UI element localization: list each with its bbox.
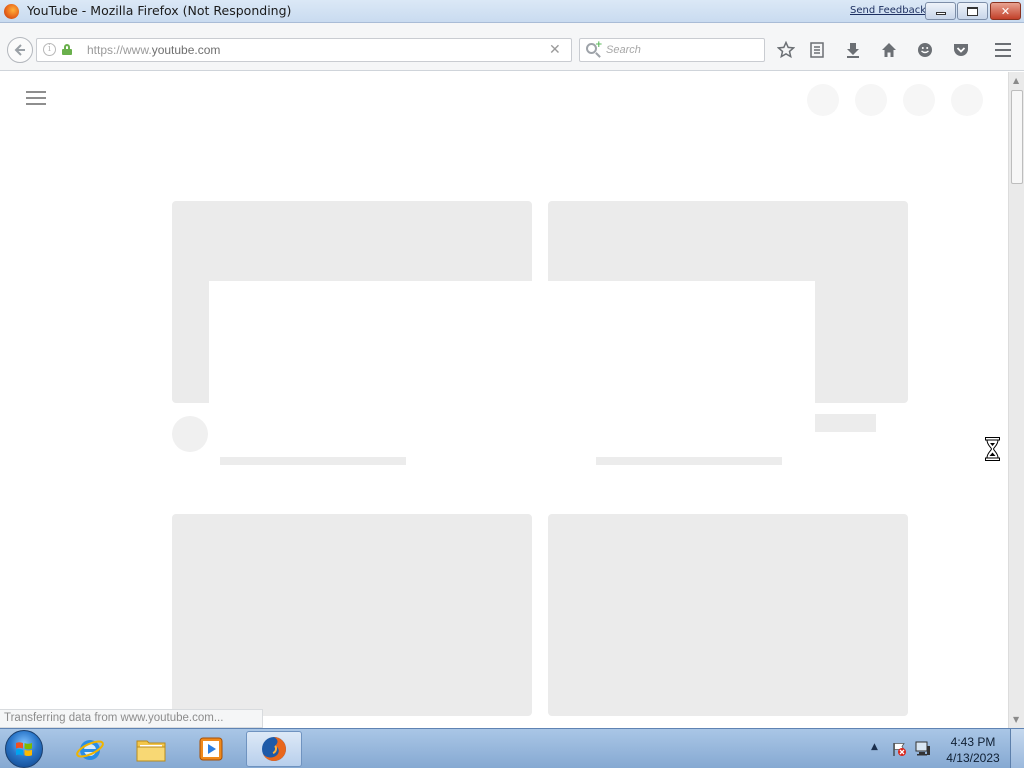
scrollbar-thumb[interactable] — [1011, 90, 1023, 184]
hamburger-menu-icon[interactable] — [992, 39, 1014, 61]
taskbar-windows-explorer[interactable] — [123, 731, 179, 767]
firefox-icon — [262, 737, 286, 761]
close-icon: ✕ — [1000, 4, 1011, 18]
status-panel: Transferring data from www.youtube.com..… — [0, 709, 263, 728]
back-arrow-icon — [14, 44, 25, 56]
video-thumbnail-placeholder — [548, 514, 908, 716]
video-thumbnail-placeholder — [172, 514, 532, 716]
show-hidden-icons-icon[interactable]: ▲ — [871, 742, 878, 752]
restore-icon — [967, 6, 978, 16]
taskbar-media-player[interactable] — [183, 731, 239, 767]
stop-icon[interactable]: ✕ — [549, 42, 561, 58]
web-page-content — [0, 72, 1008, 728]
taskbar-firefox[interactable] — [246, 731, 302, 767]
site-info-icon[interactable]: i — [43, 43, 56, 56]
channel-avatar-placeholder — [172, 416, 208, 452]
window-title: YouTube - Mozilla Firefox (Not Respondin… — [27, 3, 292, 18]
show-desktop-button[interactable] — [1010, 729, 1024, 768]
header-button-placeholder — [951, 84, 983, 116]
system-clock[interactable]: 4:43 PM 4/13/2023 — [940, 734, 1006, 766]
bookmarks-menu-icon[interactable] — [806, 39, 828, 61]
windows-taskbar: ▲ 4:43 PM 4/13/2023 — [0, 728, 1024, 768]
header-button-placeholder — [903, 84, 935, 116]
clock-date: 4/13/2023 — [946, 751, 1000, 765]
minimize-button[interactable] — [925, 2, 956, 20]
search-bar[interactable]: + Search — [579, 38, 765, 62]
url-host: youtube.com — [151, 43, 221, 57]
internet-explorer-icon — [76, 740, 104, 760]
hourglass-cursor-icon — [985, 437, 1000, 461]
minimize-icon — [935, 12, 946, 15]
blank-overlay-panel — [209, 281, 815, 457]
taskbar-internet-explorer[interactable] — [62, 731, 118, 767]
lock-icon[interactable] — [62, 44, 72, 55]
url-text[interactable]: https://www.youtube.com — [87, 43, 220, 57]
folder-icon — [136, 740, 166, 762]
navigation-toolbar: i https://www.youtube.com ✕ + Search — [0, 23, 1024, 71]
scroll-down-icon[interactable]: ▼ — [1013, 715, 1019, 724]
hello-chat-icon[interactable] — [914, 39, 936, 61]
start-button[interactable] — [5, 730, 43, 768]
clock-time: 4:43 PM — [950, 735, 996, 749]
windows-logo-icon — [16, 742, 32, 757]
downloads-icon[interactable] — [842, 39, 864, 61]
restore-button[interactable] — [957, 2, 988, 20]
search-placeholder: Search — [606, 44, 641, 56]
url-prefix: https://www. — [87, 43, 152, 57]
close-button[interactable]: ✕ — [990, 2, 1021, 20]
scroll-up-icon[interactable]: ▲ — [1013, 76, 1019, 85]
vertical-scrollbar[interactable]: ▲ ▼ — [1008, 72, 1024, 728]
firefox-app-icon — [4, 4, 19, 19]
video-meta-placeholder — [815, 414, 876, 432]
header-button-placeholder — [855, 84, 887, 116]
header-button-placeholder — [807, 84, 839, 116]
action-center-flag-icon[interactable] — [891, 741, 907, 757]
home-icon[interactable] — [878, 39, 900, 61]
network-icon[interactable] — [914, 741, 931, 757]
pocket-icon[interactable] — [950, 39, 972, 61]
window-titlebar[interactable]: YouTube - Mozilla Firefox (Not Respondin… — [0, 0, 1024, 23]
bookmark-star-icon[interactable] — [775, 39, 797, 61]
guide-menu-icon[interactable] — [26, 90, 46, 106]
send-feedback-link[interactable]: Send Feedback — [850, 5, 926, 16]
media-player-icon — [199, 737, 223, 761]
back-button[interactable] — [7, 37, 33, 63]
address-bar[interactable]: i https://www.youtube.com ✕ — [36, 38, 572, 62]
add-search-engine-icon: + — [595, 40, 603, 50]
